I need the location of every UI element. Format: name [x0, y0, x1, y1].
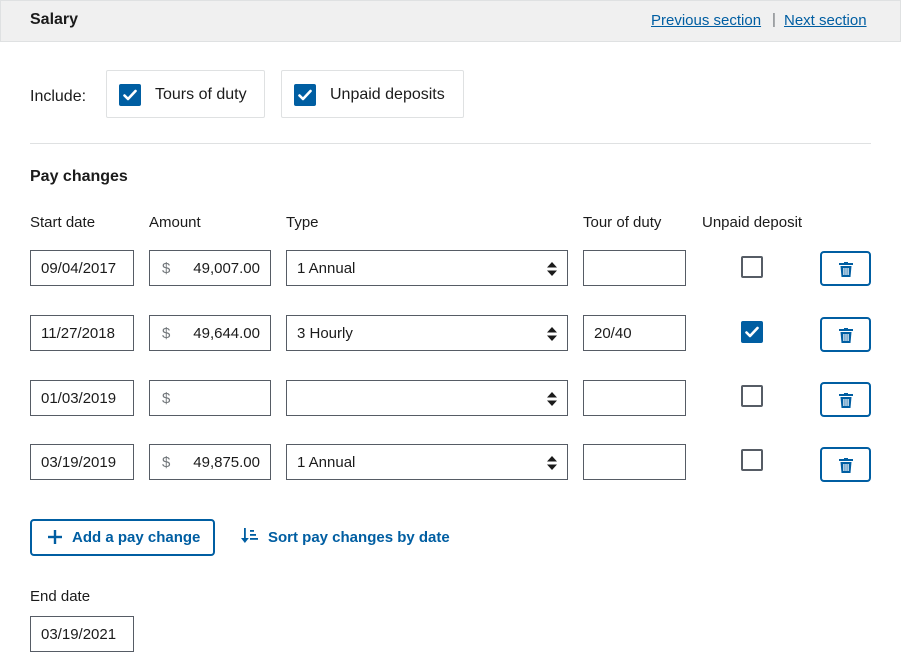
end-date-label: End date: [30, 588, 91, 605]
next-section-link[interactable]: Next section: [784, 12, 867, 29]
unpaid-deposit-checkbox[interactable]: [741, 385, 763, 407]
trash-icon: [839, 458, 853, 473]
end-date-input[interactable]: 03/19/2021: [30, 616, 134, 652]
start-date-input[interactable]: 01/03/2019: [30, 380, 134, 416]
amount-input[interactable]: $ 49,875.00: [149, 444, 271, 480]
unpaid-deposit-checkbox[interactable]: [741, 449, 763, 471]
divider: [30, 143, 871, 144]
type-select[interactable]: 3 Hourly: [286, 315, 568, 351]
col-header-start-date: Start date: [30, 214, 96, 231]
sort-descending-icon: [241, 528, 258, 543]
trash-icon: [839, 393, 853, 408]
tour-of-duty-input[interactable]: [583, 250, 686, 286]
type-select[interactable]: 1 Annual: [286, 250, 568, 286]
plus-icon: [48, 530, 62, 544]
trash-icon: [839, 328, 853, 343]
type-select[interactable]: [286, 380, 568, 416]
sort-pay-changes-label: Sort pay changes by date: [268, 529, 450, 546]
add-pay-change-label: Add a pay change: [72, 529, 201, 546]
section-header: Salary Previous section | Next section: [0, 0, 901, 42]
tour-of-duty-input[interactable]: [583, 380, 686, 416]
currency-symbol: $: [162, 390, 171, 407]
currency-symbol: $: [162, 325, 171, 342]
tour-of-duty-input[interactable]: 20/40: [583, 315, 686, 351]
unpaid-deposit-checkbox[interactable]: [741, 321, 763, 343]
checkmark-icon: [745, 326, 759, 338]
col-header-unpaid-deposit: Unpaid deposit: [702, 214, 803, 231]
tours-of-duty-label: Tours of duty: [155, 86, 247, 103]
sort-pay-changes-link[interactable]: Sort pay changes by date: [241, 528, 450, 549]
col-header-type: Type: [286, 214, 319, 231]
sort-arrows-icon: [547, 327, 557, 341]
amount-input[interactable]: $ 49,644.00: [149, 315, 271, 351]
pay-changes-title: Pay changes: [30, 168, 128, 185]
unpaid-deposit-checkbox[interactable]: [741, 256, 763, 278]
currency-symbol: $: [162, 454, 171, 471]
delete-row-button[interactable]: [820, 447, 871, 482]
start-date-input[interactable]: 03/19/2019: [30, 444, 134, 480]
type-select[interactable]: 1 Annual: [286, 444, 568, 480]
currency-symbol: $: [162, 260, 171, 277]
add-pay-change-button[interactable]: Add a pay change: [30, 519, 215, 556]
section-title: Salary: [30, 11, 79, 28]
col-header-amount: Amount: [149, 214, 201, 231]
sort-arrows-icon: [547, 456, 557, 470]
delete-row-button[interactable]: [820, 251, 871, 286]
amount-input[interactable]: $: [149, 380, 271, 416]
col-header-tour-of-duty: Tour of duty: [583, 214, 662, 231]
unpaid-deposits-checkbox-tile[interactable]: Unpaid deposits: [281, 70, 464, 118]
sort-arrows-icon: [547, 262, 557, 276]
link-separator: |: [772, 11, 776, 28]
amount-input[interactable]: $ 49,007.00: [149, 250, 271, 286]
previous-section-link[interactable]: Previous section: [651, 12, 761, 29]
tours-of-duty-checkbox-tile[interactable]: Tours of duty: [106, 70, 265, 118]
trash-icon: [839, 262, 853, 277]
unpaid-deposits-label: Unpaid deposits: [330, 86, 445, 103]
start-date-input[interactable]: 11/27/2018: [30, 315, 134, 351]
delete-row-button[interactable]: [820, 382, 871, 417]
tour-of-duty-input[interactable]: [583, 444, 686, 480]
sort-arrows-icon: [547, 392, 557, 406]
checkmark-icon[interactable]: [294, 84, 316, 106]
checkmark-icon[interactable]: [119, 84, 141, 106]
delete-row-button[interactable]: [820, 317, 871, 352]
include-label: Include:: [30, 88, 87, 105]
start-date-input[interactable]: 09/04/2017: [30, 250, 134, 286]
